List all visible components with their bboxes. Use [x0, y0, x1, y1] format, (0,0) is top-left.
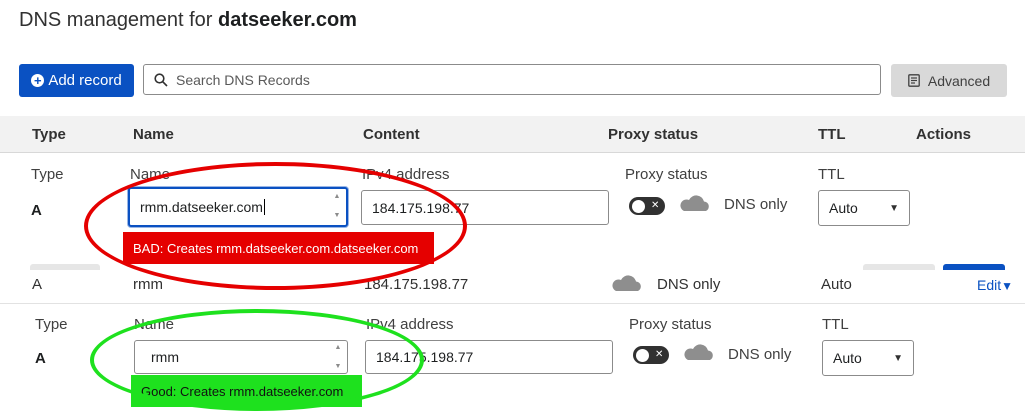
advanced-icon — [908, 74, 920, 87]
bad-annotation: BAD: Creates rmm.datseeker.com.datseeker… — [123, 232, 434, 264]
bad-content-input[interactable]: 184.175.198.77 — [361, 190, 609, 225]
good-proxy-value: DNS only — [728, 346, 792, 363]
edit-label: Edit — [977, 277, 1002, 293]
good-ttl-label: TTL — [822, 316, 849, 333]
search-icon — [154, 72, 168, 87]
bad-proxy-value: DNS only — [724, 196, 788, 213]
chevron-down-icon: ▼ — [889, 202, 899, 214]
toggle-x-icon: ✕ — [651, 200, 660, 211]
header-type: Type — [32, 126, 66, 143]
good-ttl-value: Auto — [833, 350, 862, 366]
bad-proxy-label: Proxy status — [625, 166, 708, 183]
caret-down-icon: ▼ — [1001, 279, 1014, 293]
chevron-down-icon: ▼ — [893, 352, 903, 364]
plus-icon: + — [31, 74, 45, 87]
good-type-label: Type — [35, 316, 68, 333]
bad-name-value: rmm.datseeker.com — [140, 199, 263, 215]
good-type-value: A — [35, 350, 46, 367]
page-title-prefix: DNS management for — [19, 9, 218, 31]
bad-content-label: IPv4 address — [362, 166, 450, 183]
add-record-button[interactable]: + Add record — [19, 64, 134, 97]
search-placeholder: Search DNS Records — [176, 71, 310, 88]
edit-link[interactable]: Edit▼ — [977, 277, 1013, 293]
stepper-icon[interactable]: ▲ ▼ — [332, 193, 342, 219]
bad-proxy-toggle[interactable]: ✕ — [629, 197, 665, 215]
good-proxy-toggle[interactable]: ✕ — [633, 346, 669, 364]
cloud-icon — [680, 195, 709, 211]
page-title: DNS management for datseeker.com — [19, 9, 357, 32]
header-proxy-status: Proxy status — [608, 126, 699, 143]
header-name: Name — [133, 126, 174, 143]
good-name-input[interactable]: rmm ▲ ▼ — [134, 340, 348, 374]
good-name-label: Name — [134, 316, 175, 333]
good-annotation: Good: Creates rmm.datseeker.com — [131, 375, 362, 407]
good-content-input[interactable]: 184.175.198.77 — [365, 340, 613, 374]
row-proxy: DNS only — [657, 276, 721, 293]
bad-content-value: 184.175.198.77 — [372, 199, 470, 216]
header-actions: Actions — [916, 126, 972, 143]
good-name-value: rmm — [151, 349, 179, 365]
cloud-icon — [684, 344, 713, 360]
row-ttl: Auto — [821, 276, 852, 293]
search-input[interactable]: Search DNS Records — [143, 64, 881, 95]
toggle-x-icon: ✕ — [655, 349, 664, 360]
bad-ttl-select[interactable]: Auto ▼ — [818, 190, 910, 226]
header-ttl: TTL — [818, 126, 846, 143]
bad-name-label: Name — [130, 166, 171, 183]
toggle-knob — [636, 348, 649, 362]
row-content: 184.175.198.77 — [364, 276, 469, 293]
row-name: rmm — [133, 276, 163, 293]
advanced-label: Advanced — [927, 72, 991, 89]
add-record-label: Add record — [48, 72, 122, 89]
stepper-icon[interactable]: ▲ ▼ — [333, 344, 343, 370]
good-content-value: 184.175.198.77 — [376, 349, 474, 365]
bad-type-value: A — [31, 202, 42, 219]
good-content-label: IPv4 address — [366, 316, 454, 333]
cloud-icon — [612, 275, 641, 291]
bad-name-input[interactable]: rmm.datseeker.com ▲ ▼ — [128, 187, 348, 227]
bad-ttl-value: Auto — [829, 200, 858, 216]
advanced-button[interactable]: Advanced — [891, 64, 1007, 97]
good-proxy-label: Proxy status — [629, 316, 712, 333]
header-content: Content — [363, 126, 420, 143]
good-ttl-select[interactable]: Auto ▼ — [822, 340, 914, 376]
toggle-knob — [632, 199, 645, 213]
row-type: A — [32, 276, 43, 293]
bad-ttl-label: TTL — [818, 166, 845, 183]
bad-type-label: Type — [31, 166, 64, 183]
page-title-domain: datseeker.com — [217, 9, 357, 31]
text-cursor — [263, 199, 265, 215]
